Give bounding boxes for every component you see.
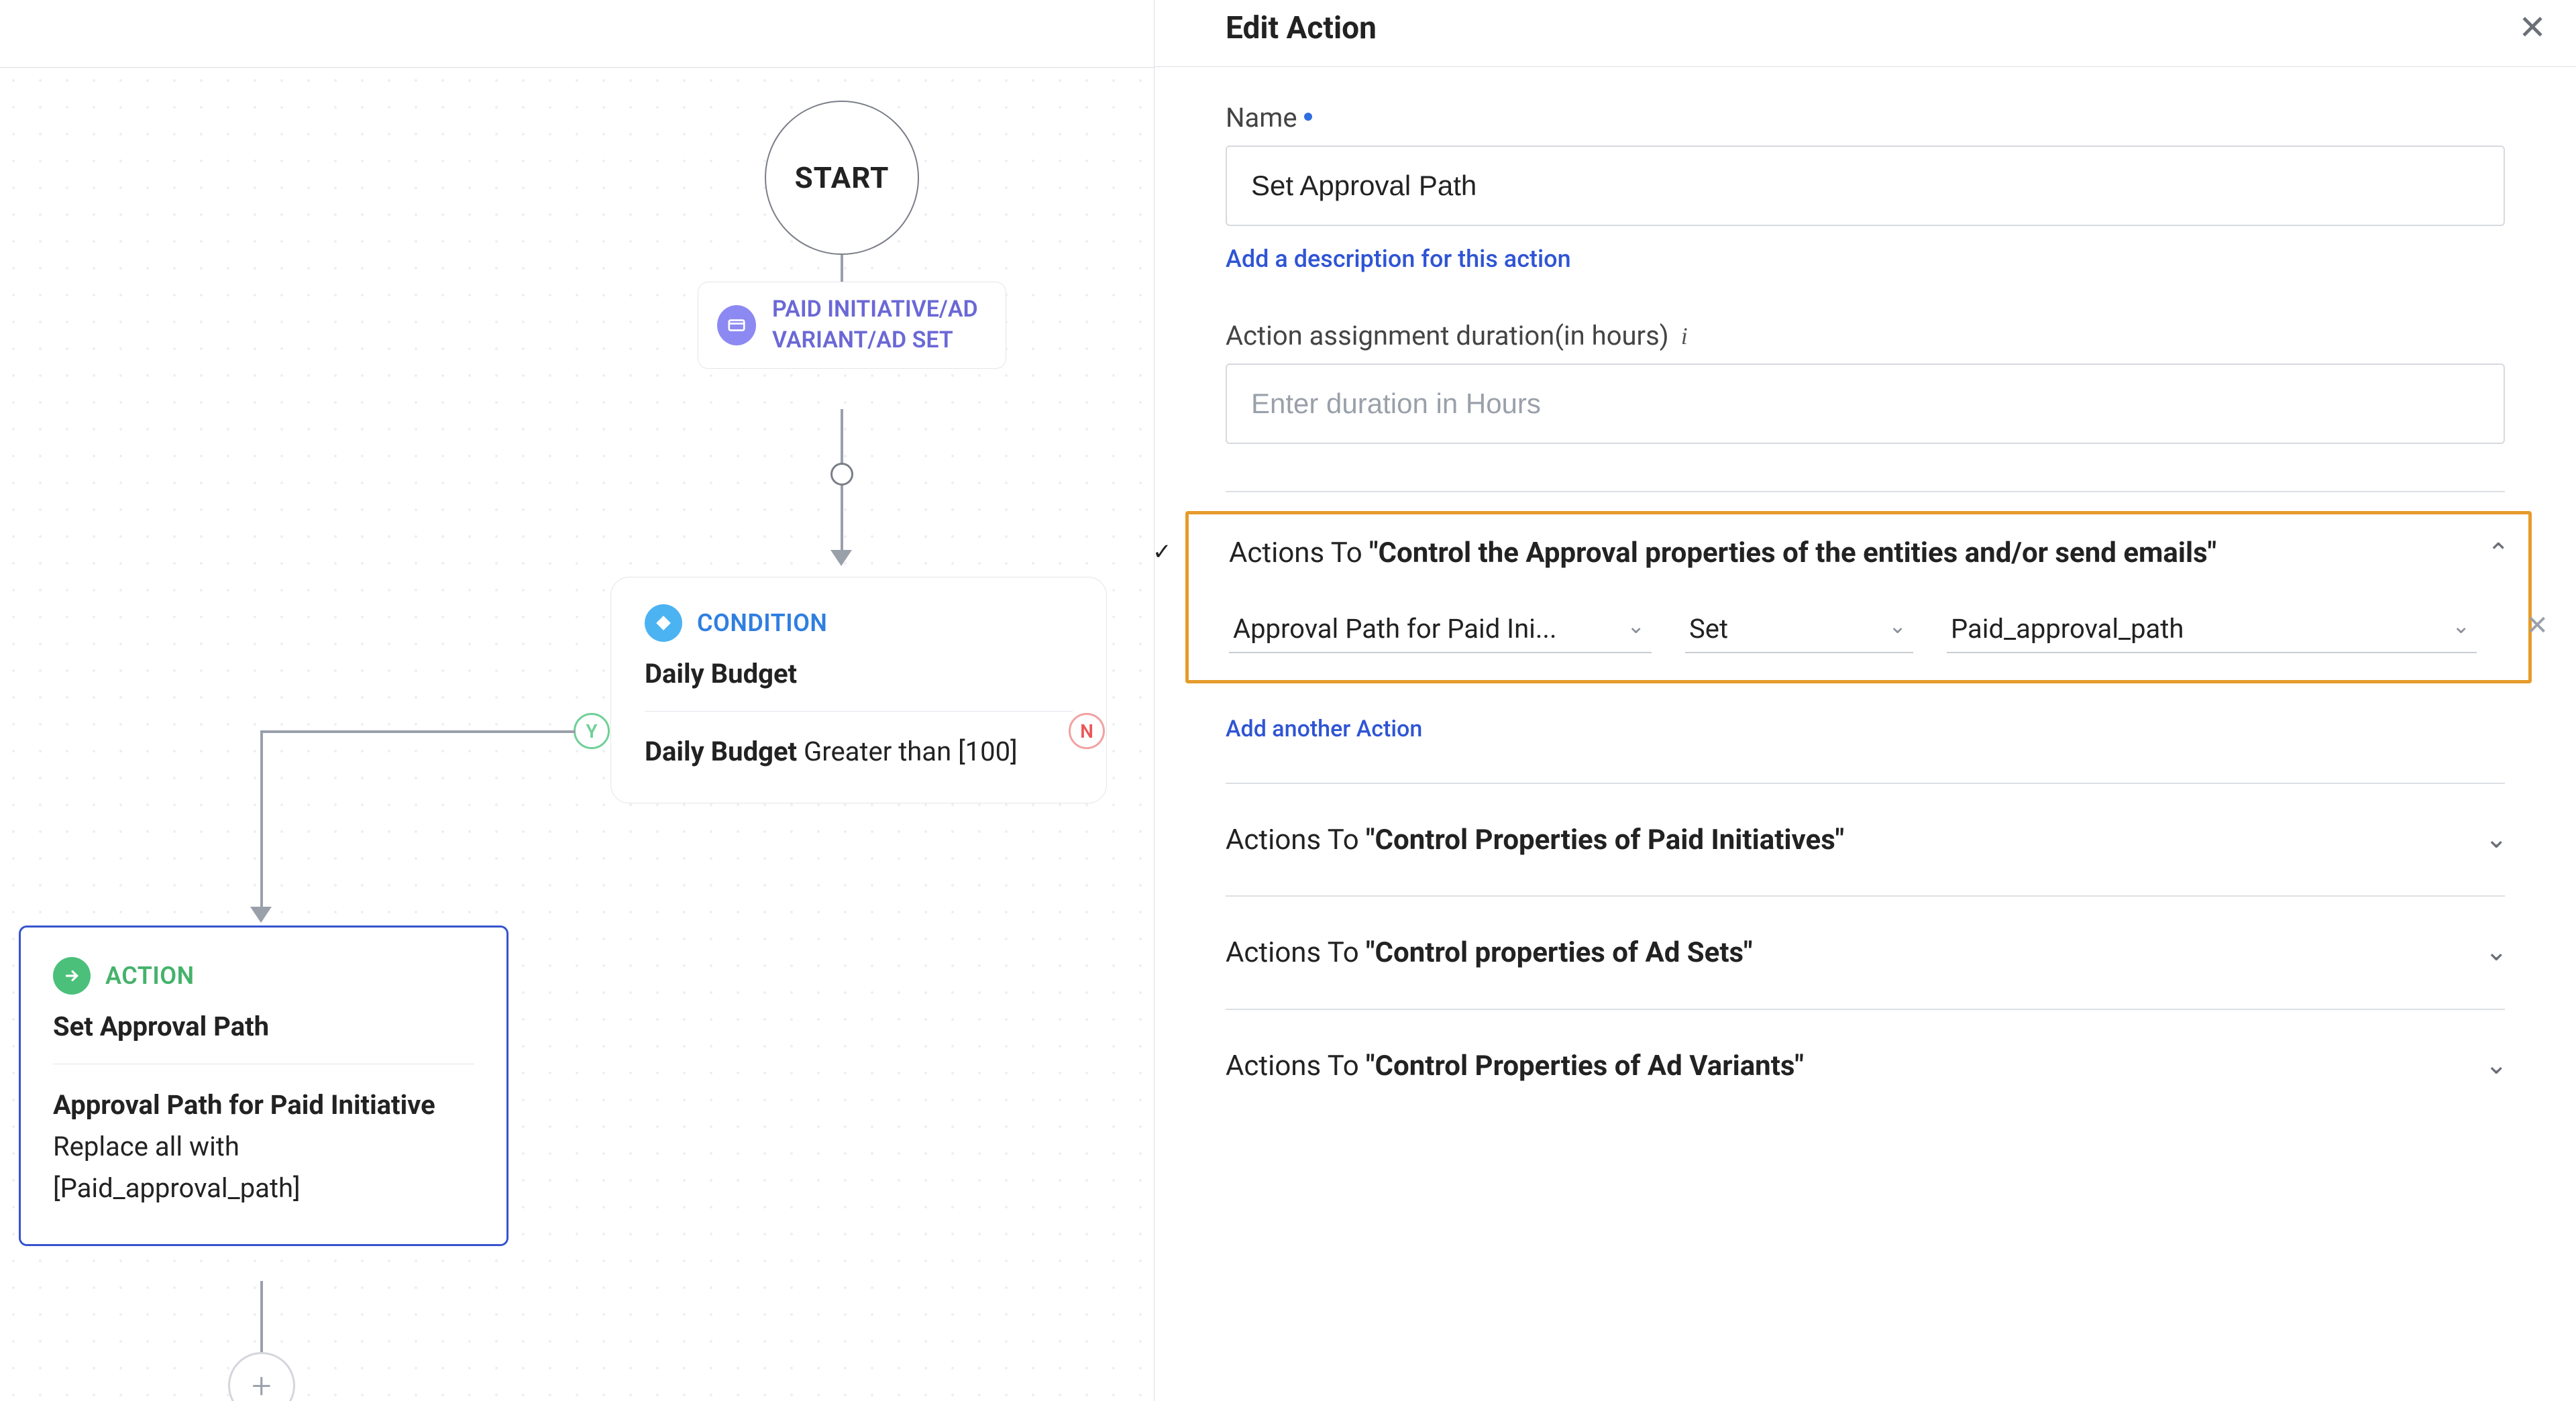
actions-to-ad-sets-section[interactable]: Actions To "Control properties of Ad Set…: [1226, 895, 2505, 1009]
section-title: Actions To "Control Properties of Paid I…: [1226, 822, 2505, 860]
actions-to-approval-section: ✓ Actions To "Control the Approval prope…: [1185, 511, 2532, 683]
action-operator-select[interactable]: Set: [1685, 606, 1913, 653]
condition-title: Daily Budget: [645, 658, 1073, 689]
connector-line: [841, 409, 843, 563]
close-icon[interactable]: ✕: [2518, 11, 2546, 45]
action-body: Approval Path for Paid Initiative Replac…: [53, 1084, 474, 1209]
action-type-label: ACTION: [105, 962, 195, 990]
connector-line: [260, 730, 576, 733]
add-description-link[interactable]: Add a description for this action: [1226, 245, 1571, 273]
action-icon: [53, 957, 91, 995]
entity-icon: [717, 305, 756, 345]
duration-field-block: Action assignment duration(in hours) i: [1226, 320, 2505, 444]
remove-row-icon[interactable]: ✕: [2526, 610, 2548, 641]
panel-title: Edit Action: [1226, 10, 1377, 46]
entity-node-label: PAID INITIATIVE/AD VARIANT/AD SET: [772, 294, 987, 356]
action-title: Set Approval Path: [53, 1011, 474, 1042]
condition-node[interactable]: CONDITION Daily Budget Daily Budget Grea…: [610, 577, 1107, 803]
actions-to-ad-variants-section[interactable]: Actions To "Control Properties of Ad Var…: [1226, 1009, 2505, 1122]
condition-type-label: CONDITION: [697, 609, 827, 637]
action-field-select[interactable]: Approval Path for Paid Ini...: [1229, 606, 1652, 653]
required-dot-icon: [1304, 113, 1312, 121]
add-another-action-link[interactable]: Add another Action: [1226, 716, 1422, 742]
arrow-down-icon: [830, 550, 852, 566]
edit-action-panel: Edit Action ✕ Name Add a description for…: [1154, 0, 2576, 1401]
start-node-label: START: [795, 160, 890, 195]
info-icon[interactable]: i: [1681, 322, 1688, 350]
panel-header: Edit Action ✕: [1155, 0, 2576, 67]
action-config-row: Approval Path for Paid Ini... ⌄ Set ⌄ Pa…: [1229, 606, 2502, 653]
duration-label: Action assignment duration(in hours): [1226, 320, 1669, 351]
branch-yes-badge[interactable]: Y: [574, 713, 610, 749]
connector-line: [260, 730, 263, 913]
plus-icon: +: [252, 1365, 271, 1401]
start-node[interactable]: START: [765, 101, 919, 255]
condition-icon: [645, 604, 682, 642]
name-field-block: Name Add a description for this action: [1226, 102, 2505, 273]
connector-dot: [830, 463, 853, 486]
action-value-select[interactable]: Paid_approval_path: [1947, 606, 2477, 653]
section-title: Actions To "Control Properties of Ad Var…: [1226, 1048, 2505, 1086]
chevron-down-icon[interactable]: ⌄: [2485, 1049, 2508, 1080]
action-node[interactable]: ACTION Set Approval Path Approval Path f…: [19, 926, 508, 1246]
section-title: Actions To "Control properties of Ad Set…: [1226, 934, 2505, 972]
condition-body: Daily Budget Greater than [100]: [645, 732, 1073, 772]
chevron-down-icon[interactable]: ⌄: [2485, 936, 2508, 967]
divider: [1226, 491, 2505, 492]
actions-to-paid-initiatives-section[interactable]: Actions To "Control Properties of Paid I…: [1226, 783, 2505, 896]
chevron-down-icon[interactable]: ⌄: [2485, 823, 2508, 854]
workflow-canvas[interactable]: START PAID INITIATIVE/AD VARIANT/AD SET: [0, 0, 1154, 1401]
check-icon: ✓: [1152, 539, 1172, 565]
name-label: Name: [1226, 102, 2505, 133]
duration-input[interactable]: [1226, 363, 2505, 444]
entity-node[interactable]: PAID INITIATIVE/AD VARIANT/AD SET: [698, 282, 1006, 369]
arrow-down-icon: [250, 907, 272, 923]
divider: [645, 711, 1073, 712]
connector-line: [260, 1281, 263, 1361]
add-node-button[interactable]: +: [228, 1352, 295, 1401]
actions-to-approval-title[interactable]: Actions To "Control the Approval propert…: [1229, 535, 2502, 573]
name-input[interactable]: [1226, 146, 2505, 226]
chevron-up-icon[interactable]: ⌃: [2487, 537, 2510, 569]
branch-no-badge[interactable]: N: [1069, 713, 1105, 749]
